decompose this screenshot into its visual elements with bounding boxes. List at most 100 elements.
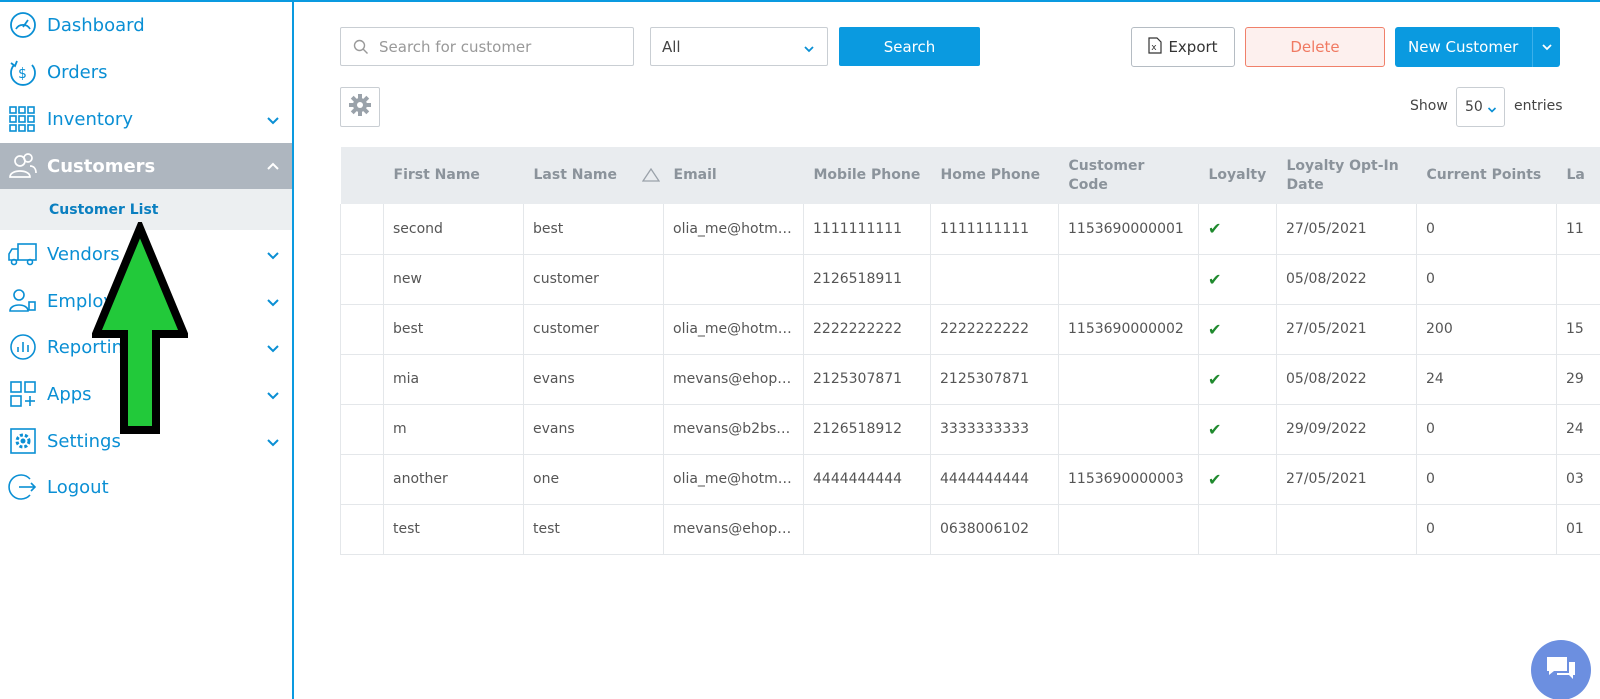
sidebar-item-orders[interactable]: $ Orders [0,49,292,95]
table-row[interactable]: m evans mevans@b2bsoft... 2126518912 3333333… [340,404,1600,455]
table-cell: 01 [1556,504,1600,555]
table-cell: 1111111111 [803,204,931,255]
column-header-loyalty[interactable]: Loyalty [1199,147,1277,204]
table-cell: test [523,504,664,555]
column-header-home-phone[interactable]: Home Phone [931,147,1059,204]
export-label: Export [1168,38,1218,56]
row-select-cell[interactable] [340,404,384,455]
column-header-mobile-phone[interactable]: Mobile Phone [804,147,931,204]
sidebar-item-label: Customers [47,155,156,177]
row-select-cell[interactable] [340,204,384,255]
table-cell: 2222222222 [930,304,1059,355]
column-settings-button[interactable] [340,87,380,127]
table-cell: second [383,204,524,255]
search-button[interactable]: Search [839,27,980,66]
search-input[interactable] [379,37,619,56]
row-select-cell[interactable] [340,304,384,355]
loyalty-check-cell: ✔ [1198,304,1277,355]
table-row[interactable]: new customer 2126518911 ✔ 05/08/2022 0 [340,254,1600,305]
chevron-down-icon [266,247,280,261]
table-cell: olia_me@hotmail... [663,454,804,505]
chevron-down-icon [266,434,280,448]
loyalty-check-cell: ✔ [1198,204,1277,255]
entries-select[interactable]: 50 [1456,87,1505,127]
table-cell: 05/08/2022 [1276,254,1417,305]
chevron-down-icon [266,112,280,126]
column-header-customer-code[interactable]: Customer Code [1059,147,1199,204]
row-select-cell[interactable] [340,504,384,555]
table-row[interactable]: best customer olia_me@hotmail... 2222222222… [340,304,1600,355]
settings-icon [8,426,38,456]
column-header-select [341,147,384,204]
sidebar-subitem-label: Customer List [49,201,159,218]
svg-text:x: x [1152,43,1158,53]
column-header-first-name[interactable]: First Name [384,147,524,204]
table-row[interactable]: second best olia_me@hotmail... 1111111111 11… [340,204,1600,255]
new-customer-label: New Customer [1408,38,1519,56]
table-cell: 24 [1556,404,1600,455]
gear-icon [348,93,372,121]
row-select-cell[interactable] [340,254,384,305]
apps-icon [8,379,38,409]
column-header-last-truncated[interactable]: La [1557,147,1600,204]
delete-button[interactable]: Delete [1245,27,1385,67]
sort-triangle-icon[interactable] [641,167,660,188]
entries-label: entries [1514,98,1563,114]
table-cell [803,504,931,555]
table-cell [1058,504,1199,555]
customer-table-container: First Name Last Name Email Mobile Phone … [340,147,1600,555]
filter-select-value: All [662,37,681,56]
row-select-cell[interactable] [340,454,384,505]
table-cell [1058,404,1199,455]
dashboard-icon [8,10,38,40]
table-cell: mevans@b2bsoft... [663,404,804,455]
logout-icon [8,472,38,502]
column-header-email[interactable]: Email [664,147,804,204]
table-cell: 1153690000003 [1058,454,1199,505]
show-label: Show [1410,98,1448,114]
annotation-up-arrow [92,222,188,434]
chat-button[interactable] [1531,640,1591,699]
table-cell: 0 [1416,404,1557,455]
table-row[interactable]: another one olia_me@hotmail... 4444444444 44… [340,454,1600,505]
new-customer-button[interactable]: New Customer [1395,27,1560,67]
table-cell: 2125307871 [930,354,1059,405]
sidebar-item-inventory[interactable]: Inventory [0,96,292,142]
table-cell: 0 [1416,504,1557,555]
column-header-loyalty-opt-in-date[interactable]: Loyalty Opt-In Date [1277,147,1417,204]
chevron-down-icon [266,294,280,308]
column-header-current-points[interactable]: Current Points [1417,147,1557,204]
loyalty-check-cell: ✔ [1198,354,1277,405]
table-cell: customer [523,254,664,305]
table-row[interactable]: test test mevans@ehoppe... 0638006102 0 01 [340,504,1600,555]
column-header-last-name[interactable]: Last Name [524,147,664,204]
export-button[interactable]: x Export [1131,27,1235,67]
sidebar-item-dashboard[interactable]: Dashboard [0,2,292,48]
sidebar-item-logout[interactable]: Logout [0,464,292,510]
table-cell: 27/05/2021 [1276,204,1417,255]
filter-select[interactable]: All [650,27,828,66]
new-customer-dropdown-toggle[interactable] [1532,27,1560,67]
loyalty-check-cell: ✔ [1198,254,1277,305]
table-cell: 29 [1556,354,1600,405]
table-cell: olia_me@hotmail... [663,204,804,255]
reporting-icon [8,332,38,362]
entries-select-value: 50 [1465,99,1483,115]
row-select-cell[interactable] [340,354,384,405]
table-row[interactable]: mia evans mevans@ehoppe... 2125307871 212530… [340,354,1600,405]
sidebar-item-label: Dashboard [47,14,145,36]
loyalty-check-cell [1198,504,1277,555]
table-cell: 2222222222 [803,304,931,355]
table-cell: mia [383,354,524,405]
vendors-icon [8,239,38,269]
table-cell: 4444444444 [803,454,931,505]
table-cell [663,254,804,305]
sidebar-item-label: Apps [47,383,92,405]
table-cell: another [383,454,524,505]
sidebar-item-customers[interactable]: Customers [0,143,292,189]
sidebar-divider [292,0,294,699]
sidebar-item-label: Orders [47,61,108,83]
table-cell: 2126518911 [803,254,931,305]
sidebar-item-label: Inventory [47,108,133,130]
table-cell: 3333333333 [930,404,1059,455]
